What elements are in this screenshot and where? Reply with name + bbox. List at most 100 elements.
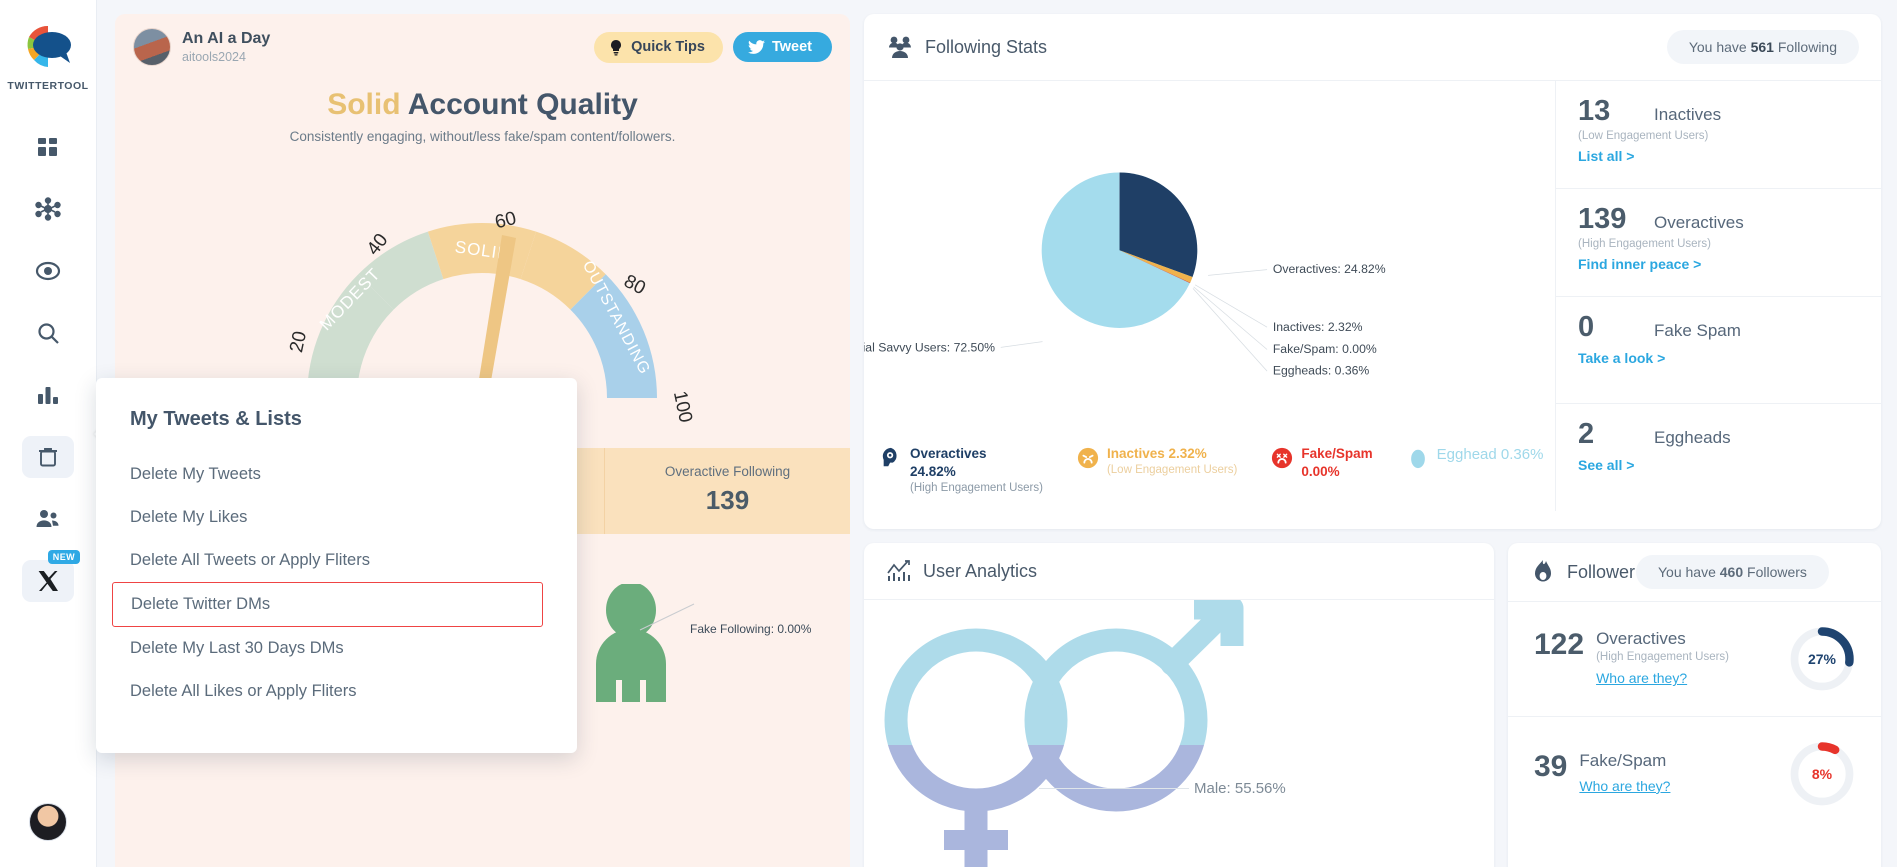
fs-row-overactives: 139 Overactives (High Engagement Users) … — [1556, 189, 1881, 297]
fs-num-line: 0 Fake Spam — [1578, 311, 1859, 344]
dead-face-icon — [1272, 447, 1293, 469]
account-identity: An AI a Day aitools2024 — [182, 30, 270, 64]
app-logo[interactable]: TWITTERTOOL — [7, 18, 88, 92]
search-icon — [38, 323, 59, 344]
my-tweets-lists-dropdown: My Tweets & Lists Delete My Tweets Delet… — [96, 378, 577, 753]
fs-label: Fake Spam — [1654, 320, 1741, 340]
quick-tips-label: Quick Tips — [631, 39, 705, 55]
sidebar-item-search[interactable] — [22, 312, 74, 354]
legend-item-fakespam: Fake/Spam 0.00% — [1271, 445, 1373, 481]
legend-sub: (High Engagement Users) — [910, 482, 1043, 495]
legend-item-overactives: Overactives 24.82% (High Engagement User… — [880, 445, 1043, 497]
grid-icon — [38, 138, 57, 156]
fs-num-line: 13 Inactives — [1578, 95, 1859, 128]
fs-link-find-inner-peace[interactable]: Find inner peace > — [1578, 256, 1701, 272]
svg-text:80: 80 — [620, 271, 649, 299]
sidebar-item-dashboard[interactable] — [22, 126, 74, 168]
follower-row-left: 39 Fake/Spam Who are they? — [1534, 750, 1789, 796]
menu-item-delete-all-likes[interactable]: Delete All Likes or Apply Fliters — [96, 670, 577, 713]
sidebar-item-target[interactable] — [22, 250, 74, 292]
fs-link-take-a-look[interactable]: Take a look > — [1578, 350, 1665, 366]
legend-name: Fake/Spam — [1301, 446, 1373, 462]
user-avatar[interactable] — [29, 803, 67, 841]
pill-prefix: You have — [1688, 39, 1747, 55]
sad-face-icon — [1077, 447, 1099, 469]
menu-item-delete-my-likes[interactable]: Delete My Likes — [96, 496, 577, 539]
account-header: An AI a Day aitools2024 Quick Tips Tweet — [115, 14, 850, 72]
pill-prefix: You have — [1658, 564, 1716, 580]
follower-count-pill: You have 460 Followers — [1636, 555, 1829, 589]
overactive-head-icon — [882, 447, 897, 467]
follower-link-who-are-they[interactable]: Who are they? — [1596, 670, 1687, 686]
fs-num: 13 — [1578, 95, 1611, 127]
egg-icon — [1410, 449, 1425, 469]
fs-link-see-all[interactable]: See all > — [1578, 457, 1634, 473]
legend-item-egghead: Egghead 0.36% — [1407, 445, 1544, 469]
tweet-button[interactable]: Tweet — [732, 32, 832, 62]
line-chart-icon — [887, 560, 910, 581]
follower-paren: (High Engagement Users) — [1596, 651, 1730, 664]
follower-row-fakespam: 39 Fake/Spam Who are they? 8% — [1508, 717, 1881, 831]
fs-paren: (High Engagement Users) — [1578, 237, 1711, 250]
fake-following-label: Fake Following: 0.00% — [690, 622, 812, 636]
quick-tips-button[interactable]: Quick Tips — [594, 31, 723, 63]
legend-text: Egghead 0.36% — [1437, 445, 1544, 465]
following-stats-card: Following Stats You have 561 Following O… — [864, 14, 1881, 529]
following-stats-body: Overactives: 24.82% Inactives: 2.32% Fak… — [864, 81, 1881, 511]
tweet-label: Tweet — [771, 39, 812, 55]
follower-text: Fake/Spam Who are they? — [1579, 751, 1670, 796]
bar-chart-icon — [38, 387, 58, 404]
pill-suffix: Followers — [1747, 564, 1807, 580]
follower-label: Overactives — [1596, 628, 1686, 648]
menu-item-delete-last-30-days-dms[interactable]: Delete My Last 30 Days DMs — [96, 627, 577, 670]
sidebar-item-network[interactable] — [22, 188, 74, 230]
fs-link-list-all[interactable]: List all > — [1578, 148, 1634, 164]
flame-icon — [1535, 560, 1551, 582]
follower-donut-fakespam: 8% — [1789, 741, 1855, 807]
legend-name: Inactives 2.32% — [1106, 446, 1207, 462]
bottom-row: User Analytics Male: 55.56% Follower Sta… — [864, 543, 1881, 867]
pie-legend: Overactives 24.82% (High Engagement User… — [880, 445, 1545, 497]
quality-title-highlight: Solid — [327, 88, 401, 121]
pie-label-savvy: Social Savvy Users: 72.50% — [864, 341, 995, 355]
legend-text: Overactives 24.82% (High Engagement User… — [910, 445, 1043, 497]
app-root: TWITTERTOOL NEW An AI a Day aitools2024 … — [0, 0, 1897, 867]
twittertool-logo-icon — [19, 18, 77, 76]
account-handle: aitools2024 — [182, 50, 246, 65]
following-stats-header: Following Stats You have 561 Following — [864, 14, 1881, 81]
pie-label-eggheads: Eggheads: 0.36% — [1273, 364, 1370, 378]
legend-value: 24.82% — [910, 464, 956, 480]
menu-item-delete-twitter-dms[interactable]: Delete Twitter DMs — [112, 582, 543, 627]
legend-item-inactives: Inactives 2.32% (Low Engagement Users) — [1077, 445, 1237, 479]
lightbulb-icon — [611, 39, 622, 55]
menu-item-delete-my-tweets[interactable]: Delete My Tweets — [96, 453, 577, 496]
pie-label-fakespam: Fake/Spam: 0.00% — [1273, 342, 1377, 356]
sidebar-item-x-twitter[interactable]: NEW — [22, 550, 80, 602]
follower-num: 39 — [1534, 750, 1568, 784]
quality-stat-overactive: Overactive Following 139 — [605, 448, 850, 534]
sidebar-item-analytics[interactable] — [22, 374, 74, 416]
x-logo-icon — [38, 571, 58, 591]
fs-label: Eggheads — [1654, 428, 1731, 448]
new-badge: NEW — [47, 550, 80, 564]
svg-text:20: 20 — [286, 329, 311, 354]
follower-row-left: 122 Overactives (High Engagement Users) … — [1534, 627, 1789, 689]
follower-row-overactives: 122 Overactives (High Engagement Users) … — [1508, 602, 1881, 717]
donut-percentage: 27% — [1807, 651, 1837, 667]
following-stats-title: Following Stats — [925, 36, 1048, 57]
user-analytics-title: User Analytics — [923, 560, 1038, 581]
legend-value: 0.00% — [1301, 464, 1340, 480]
fs-num-line: 139 Overactives — [1578, 203, 1859, 236]
sidebar-item-users[interactable] — [22, 498, 74, 540]
menu-item-delete-all-tweets[interactable]: Delete All Tweets or Apply Fliters — [96, 539, 577, 582]
legend-sub: (Low Engagement Users) — [1106, 464, 1238, 477]
donut-percentage: 8% — [1811, 766, 1833, 782]
follower-link-who-are-they[interactable]: Who are they? — [1579, 778, 1670, 794]
quality-title-rest: Account Quality — [407, 88, 638, 121]
sidebar: TWITTERTOOL NEW — [0, 0, 102, 867]
legend-text: Fake/Spam 0.00% — [1301, 445, 1372, 481]
sidebar-item-delete[interactable] — [22, 436, 74, 478]
account-avatar — [133, 28, 171, 66]
sidebar-nav: NEW — [0, 126, 96, 602]
follower-num: 122 — [1534, 627, 1585, 661]
